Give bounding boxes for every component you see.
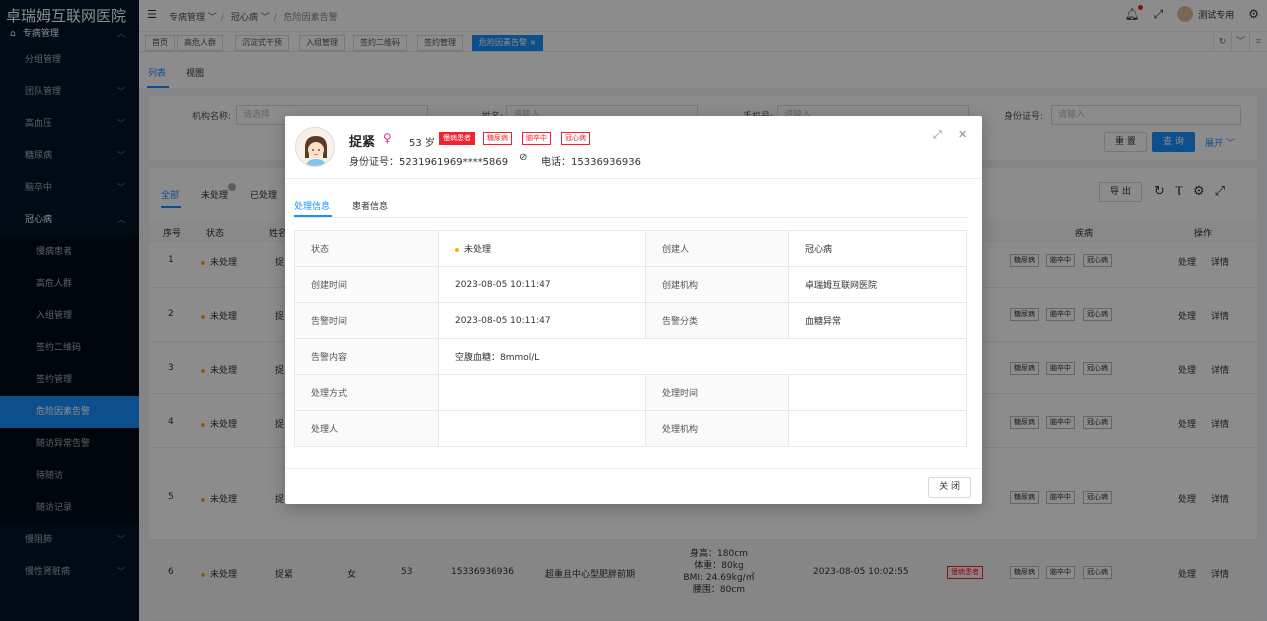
info-row: 告警时间 2023-08-05 10:11:47 告警分类 血糖异常 (294, 302, 967, 339)
info-label: 告警内容 (294, 338, 439, 375)
patient-tag: 冠心病 (561, 132, 590, 145)
info-row: 处理人 处理机构 (294, 410, 967, 447)
patient-tag: 脑卒中 (522, 132, 551, 145)
info-value (788, 410, 967, 447)
info-row: 创建时间 2023-08-05 10:11:47 创建机构 卓瑞姆互联网医院 (294, 266, 967, 303)
close-button[interactable]: 关 闭 (928, 477, 971, 498)
info-value-alert-content: 空腹血糖：8mmol/L (438, 338, 967, 375)
tab-handle-info[interactable]: 处理信息 (294, 199, 330, 212)
info-label: 处理时间 (645, 374, 789, 411)
info-row: 告警内容 空腹血糖：8mmol/L (294, 338, 967, 375)
eye-off-icon[interactable]: ⊘ (519, 152, 527, 163)
info-label: 创建人 (645, 230, 789, 267)
info-value-status: 未处理 (438, 230, 646, 267)
status-text: 未处理 (464, 245, 492, 255)
info-label: 创建时间 (294, 266, 439, 303)
patient-tag: 糖尿病 (483, 132, 512, 145)
divider (285, 178, 982, 179)
info-label: 状态 (294, 230, 439, 267)
info-value: 卓瑞姆互联网医院 (788, 266, 967, 303)
info-value (788, 374, 967, 411)
info-value (438, 410, 646, 447)
tab-patient-info[interactable]: 患者信息 (352, 199, 388, 212)
info-row: 状态 未处理 创建人 冠心病 (294, 230, 967, 267)
patient-avatar (295, 127, 335, 167)
patient-phone: 电话：15336936936 (541, 157, 641, 168)
info-row: 处理方式 处理时间 (294, 374, 967, 411)
info-value: 2023-08-05 10:11:47 (438, 266, 646, 303)
female-avatar-icon (296, 128, 334, 166)
info-value: 血糖异常 (788, 302, 967, 339)
divider (285, 468, 982, 469)
info-value: 2023-08-05 10:11:47 (438, 302, 646, 339)
info-label: 创建机构 (645, 266, 789, 303)
alert-detail-modal: 捉紧 ♀ 53 岁 慢病患者 糖尿病 脑卒中 冠心病 身份证号：52319619… (285, 116, 982, 504)
info-label: 处理方式 (294, 374, 439, 411)
patient-name: 捉紧 (349, 135, 376, 150)
divider (294, 217, 967, 218)
tab-ink-bar (294, 215, 332, 217)
patient-age: 53 岁 (409, 138, 435, 149)
info-label: 处理人 (294, 410, 439, 447)
alert-info-table: 状态 未处理 创建人 冠心病 创建时间 2023-08-05 10:11:47 … (294, 230, 967, 447)
status-dot (455, 247, 459, 252)
info-value: 冠心病 (788, 230, 967, 267)
info-label: 告警分类 (645, 302, 789, 339)
info-label: 告警时间 (294, 302, 439, 339)
fullscreen-icon[interactable]: ⤢ (933, 128, 942, 142)
female-icon: ♀ (383, 131, 392, 145)
patient-tag: 慢病患者 (439, 132, 475, 145)
close-icon[interactable]: ✕ (958, 128, 967, 141)
info-label: 处理机构 (645, 410, 789, 447)
info-value (438, 374, 646, 411)
patient-id-number: 身份证号：5231961969****5869 (349, 157, 509, 168)
